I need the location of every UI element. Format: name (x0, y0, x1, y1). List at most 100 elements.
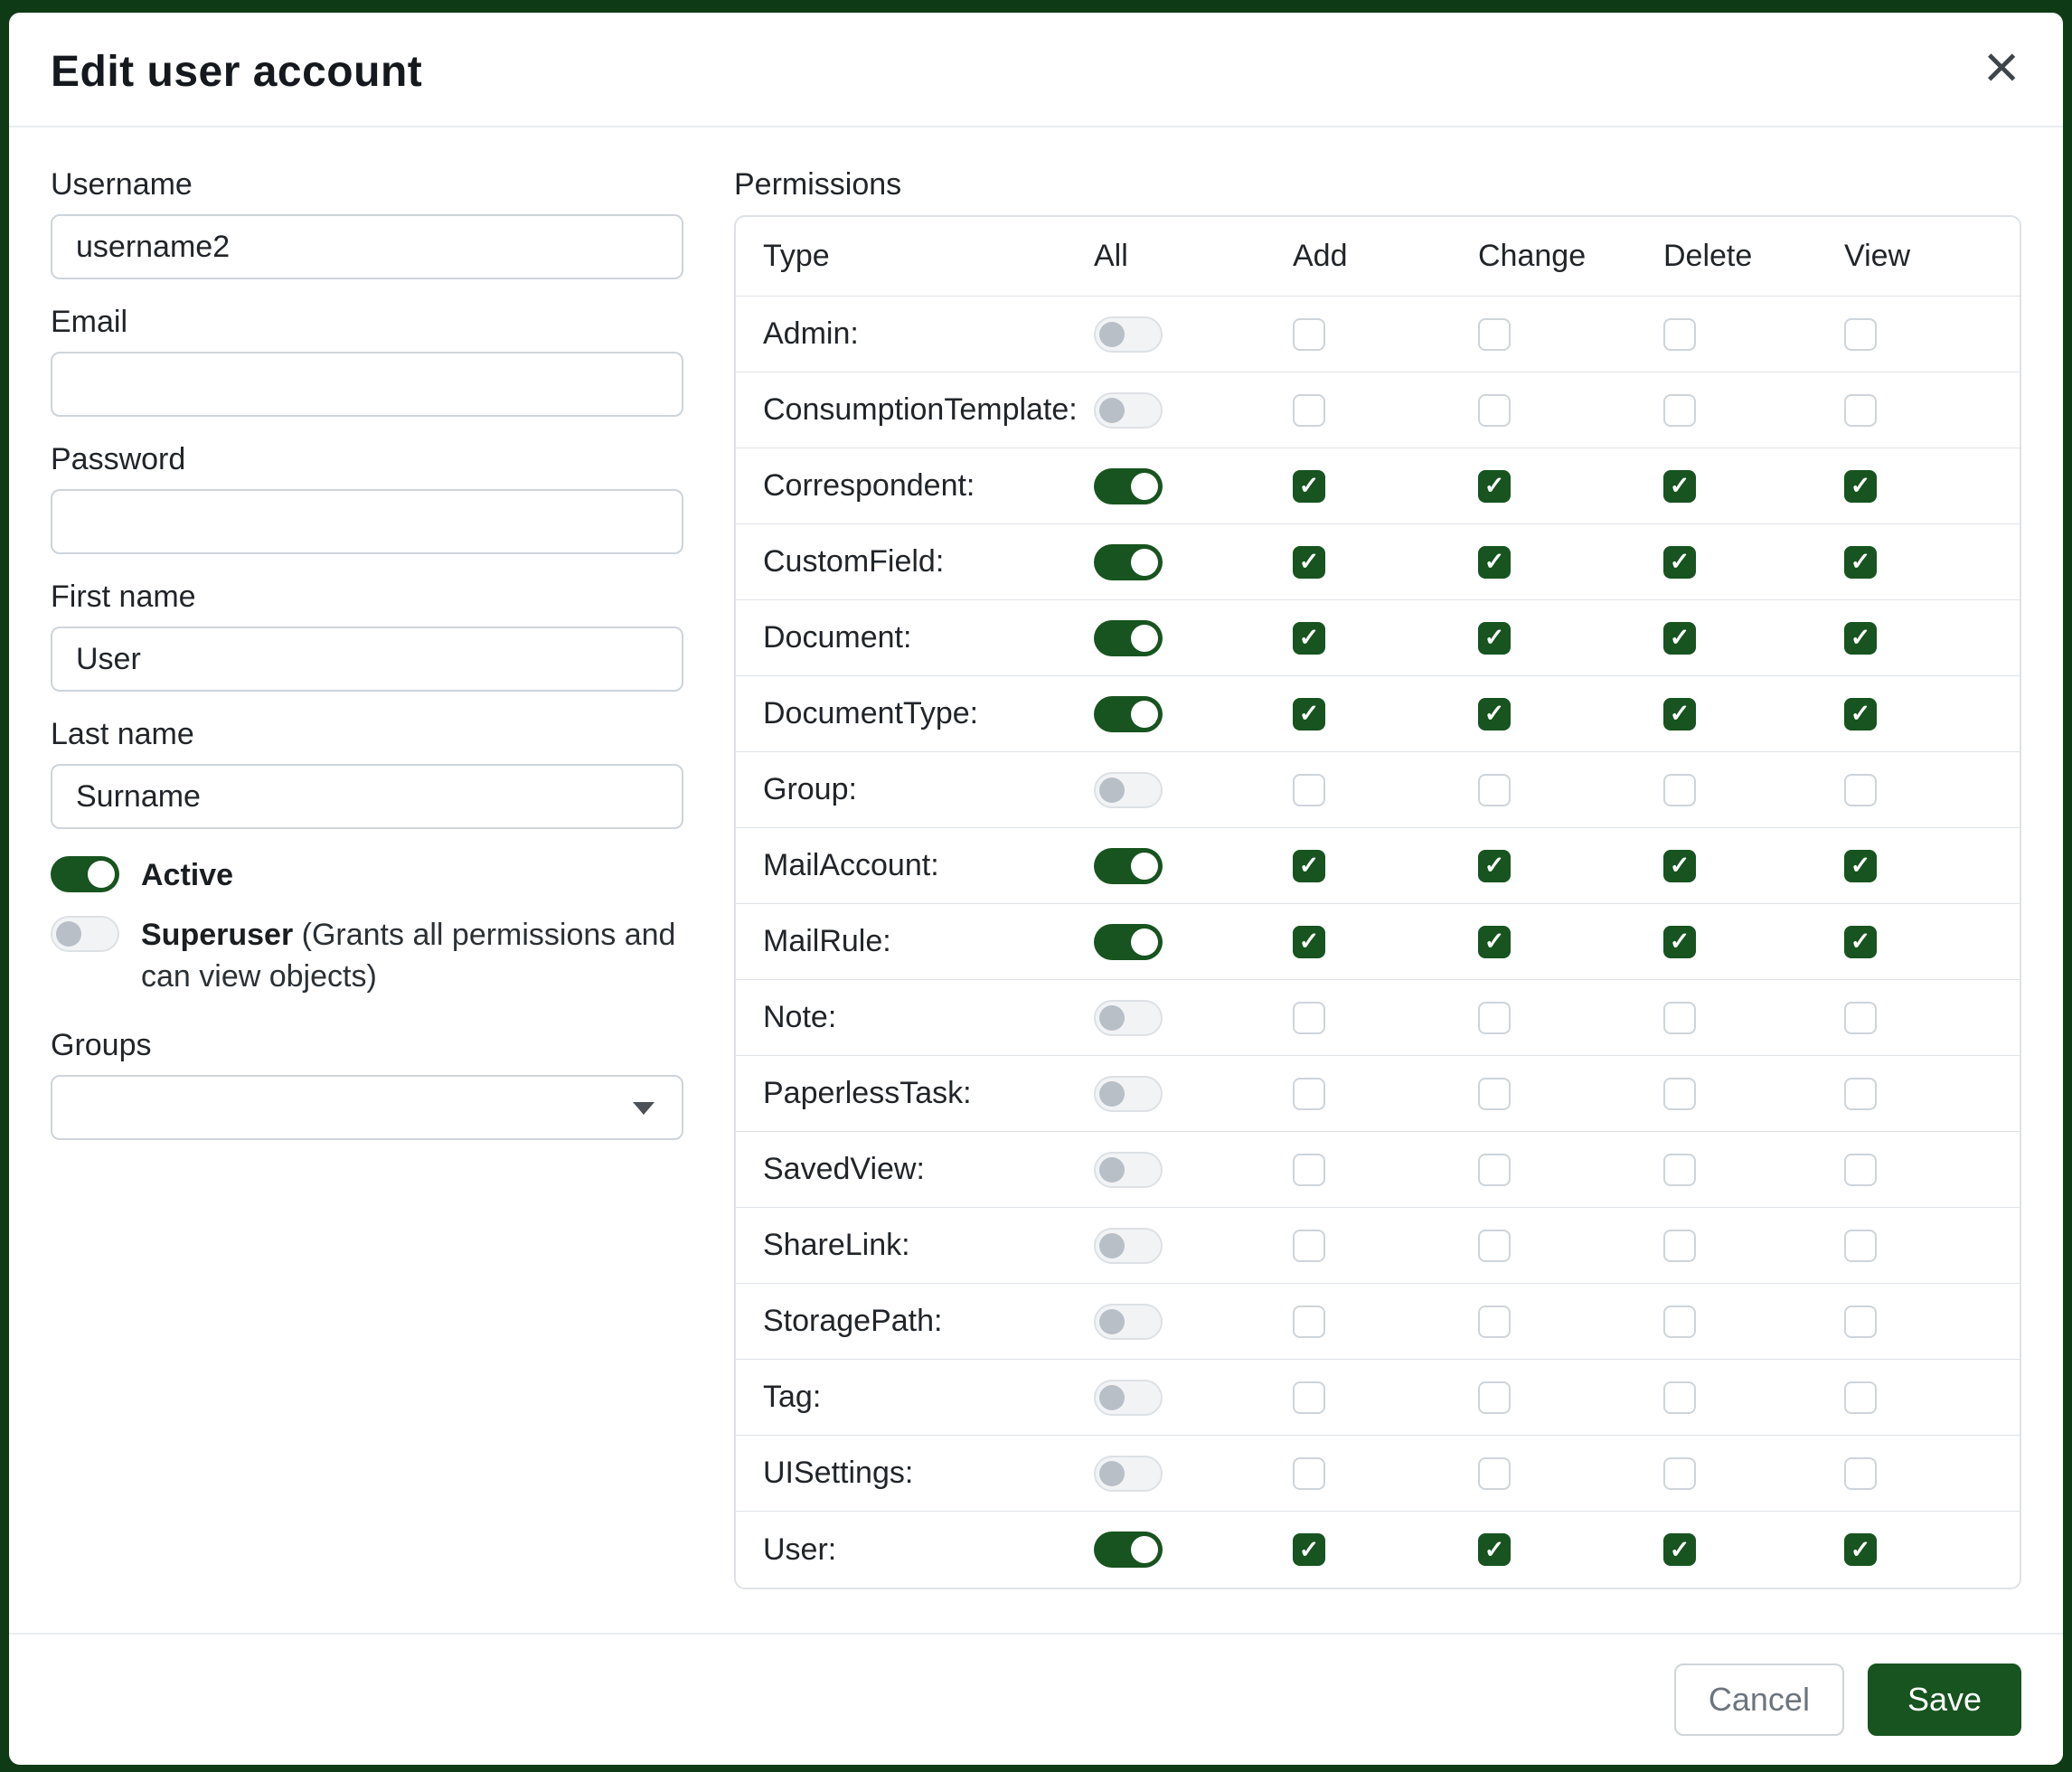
permission-view-checkbox[interactable] (1844, 1154, 1877, 1186)
permission-add-checkbox[interactable] (1293, 1457, 1325, 1490)
permission-all-toggle[interactable] (1094, 1152, 1163, 1188)
permission-add-checkbox[interactable]: ✓ (1293, 926, 1325, 958)
permission-delete-checkbox[interactable] (1663, 1381, 1696, 1414)
superuser-toggle[interactable] (51, 916, 119, 952)
permission-change-checkbox[interactable] (1478, 318, 1511, 351)
permission-view-checkbox[interactable] (1844, 318, 1877, 351)
save-button[interactable]: Save (1868, 1664, 2021, 1736)
permission-all-toggle[interactable] (1094, 1456, 1163, 1492)
last-name-field[interactable] (51, 764, 683, 829)
permission-add-checkbox[interactable]: ✓ (1293, 546, 1325, 579)
permission-add-checkbox[interactable]: ✓ (1293, 698, 1325, 730)
permission-view-checkbox[interactable] (1844, 1381, 1877, 1414)
password-field[interactable] (51, 489, 683, 554)
permission-change-checkbox[interactable]: ✓ (1478, 850, 1511, 882)
permission-add-checkbox[interactable] (1293, 1078, 1325, 1110)
permission-delete-checkbox[interactable]: ✓ (1663, 1533, 1696, 1566)
permission-add-checkbox[interactable]: ✓ (1293, 622, 1325, 655)
permission-change-checkbox[interactable]: ✓ (1478, 698, 1511, 730)
permission-all-toggle[interactable] (1094, 544, 1163, 580)
permission-all-toggle[interactable] (1094, 468, 1163, 504)
permission-add-checkbox[interactable] (1293, 1002, 1325, 1034)
permission-change-checkbox[interactable]: ✓ (1478, 926, 1511, 958)
permission-add-checkbox[interactable] (1293, 394, 1325, 427)
permission-all-toggle[interactable] (1094, 316, 1163, 353)
permission-view-checkbox[interactable]: ✓ (1844, 926, 1877, 958)
permission-add-checkbox[interactable]: ✓ (1293, 470, 1325, 503)
permission-change-checkbox[interactable] (1478, 1457, 1511, 1490)
permission-change-checkbox[interactable] (1478, 1305, 1511, 1338)
permission-all-toggle[interactable] (1094, 1380, 1163, 1416)
permission-add-checkbox[interactable] (1293, 774, 1325, 806)
permission-change-checkbox[interactable]: ✓ (1478, 622, 1511, 655)
permission-change-checkbox[interactable] (1478, 394, 1511, 427)
permission-delete-checkbox[interactable] (1663, 1078, 1696, 1110)
permission-delete-checkbox[interactable]: ✓ (1663, 850, 1696, 882)
permission-type-label: Note: (763, 1000, 836, 1034)
permission-all-toggle[interactable] (1094, 924, 1163, 960)
permission-delete-checkbox[interactable] (1663, 1457, 1696, 1490)
permission-view-checkbox[interactable]: ✓ (1844, 470, 1877, 503)
permission-add-checkbox[interactable] (1293, 1305, 1325, 1338)
permission-view-checkbox[interactable]: ✓ (1844, 850, 1877, 882)
toggle-knob-icon (1099, 1005, 1125, 1031)
email-field[interactable] (51, 352, 683, 417)
permission-delete-checkbox[interactable]: ✓ (1663, 546, 1696, 579)
permission-delete-checkbox[interactable]: ✓ (1663, 698, 1696, 730)
permission-all-toggle[interactable] (1094, 1304, 1163, 1340)
permission-view-checkbox[interactable] (1844, 774, 1877, 806)
active-toggle[interactable] (51, 856, 119, 892)
permission-view-checkbox[interactable] (1844, 1457, 1877, 1490)
permission-delete-checkbox[interactable]: ✓ (1663, 926, 1696, 958)
groups-select[interactable] (51, 1075, 683, 1140)
permission-change-checkbox[interactable]: ✓ (1478, 1533, 1511, 1566)
permission-change-checkbox[interactable] (1478, 1230, 1511, 1262)
permission-delete-checkbox[interactable] (1663, 774, 1696, 806)
permission-change-checkbox[interactable] (1478, 774, 1511, 806)
permission-add-checkbox[interactable]: ✓ (1293, 850, 1325, 882)
permission-view-checkbox[interactable] (1844, 1230, 1877, 1262)
first-name-field[interactable] (51, 627, 683, 692)
permission-all-toggle[interactable] (1094, 1532, 1163, 1568)
permission-view-checkbox[interactable]: ✓ (1844, 622, 1877, 655)
permission-all-toggle[interactable] (1094, 696, 1163, 732)
permission-delete-checkbox[interactable] (1663, 394, 1696, 427)
cancel-button[interactable]: Cancel (1674, 1664, 1844, 1736)
permission-all-toggle[interactable] (1094, 1000, 1163, 1036)
permission-add-checkbox[interactable] (1293, 1381, 1325, 1414)
permission-change-checkbox[interactable] (1478, 1381, 1511, 1414)
permission-view-checkbox[interactable]: ✓ (1844, 698, 1877, 730)
permission-add-checkbox[interactable]: ✓ (1293, 1533, 1325, 1566)
permission-delete-checkbox[interactable]: ✓ (1663, 622, 1696, 655)
permission-view-checkbox[interactable]: ✓ (1844, 546, 1877, 579)
permission-delete-checkbox[interactable] (1663, 1230, 1696, 1262)
permission-delete-checkbox[interactable] (1663, 1305, 1696, 1338)
permission-view-checkbox[interactable] (1844, 394, 1877, 427)
permission-delete-checkbox[interactable]: ✓ (1663, 470, 1696, 503)
permission-change-checkbox[interactable]: ✓ (1478, 546, 1511, 579)
close-icon[interactable]: × (1983, 36, 2020, 98)
permission-all-toggle[interactable] (1094, 848, 1163, 884)
permission-row: StoragePath: (736, 1284, 2020, 1360)
permission-all-toggle[interactable] (1094, 1228, 1163, 1264)
permission-delete-checkbox[interactable] (1663, 1154, 1696, 1186)
permission-delete-checkbox[interactable] (1663, 1002, 1696, 1034)
permission-view-checkbox[interactable]: ✓ (1844, 1533, 1877, 1566)
permission-type-label: PaperlessTask: (763, 1076, 972, 1110)
username-input[interactable] (51, 214, 683, 279)
permission-add-checkbox[interactable] (1293, 318, 1325, 351)
permission-add-checkbox[interactable] (1293, 1154, 1325, 1186)
permission-all-toggle[interactable] (1094, 1076, 1163, 1112)
permission-all-toggle[interactable] (1094, 392, 1163, 429)
permission-all-toggle[interactable] (1094, 620, 1163, 656)
permission-change-checkbox[interactable] (1478, 1078, 1511, 1110)
permission-all-toggle[interactable] (1094, 772, 1163, 808)
permission-add-checkbox[interactable] (1293, 1230, 1325, 1262)
permission-delete-checkbox[interactable] (1663, 318, 1696, 351)
permission-change-checkbox[interactable] (1478, 1154, 1511, 1186)
permission-view-checkbox[interactable] (1844, 1002, 1877, 1034)
permission-view-checkbox[interactable] (1844, 1305, 1877, 1338)
permission-change-checkbox[interactable]: ✓ (1478, 470, 1511, 503)
permission-change-checkbox[interactable] (1478, 1002, 1511, 1034)
permission-view-checkbox[interactable] (1844, 1078, 1877, 1110)
